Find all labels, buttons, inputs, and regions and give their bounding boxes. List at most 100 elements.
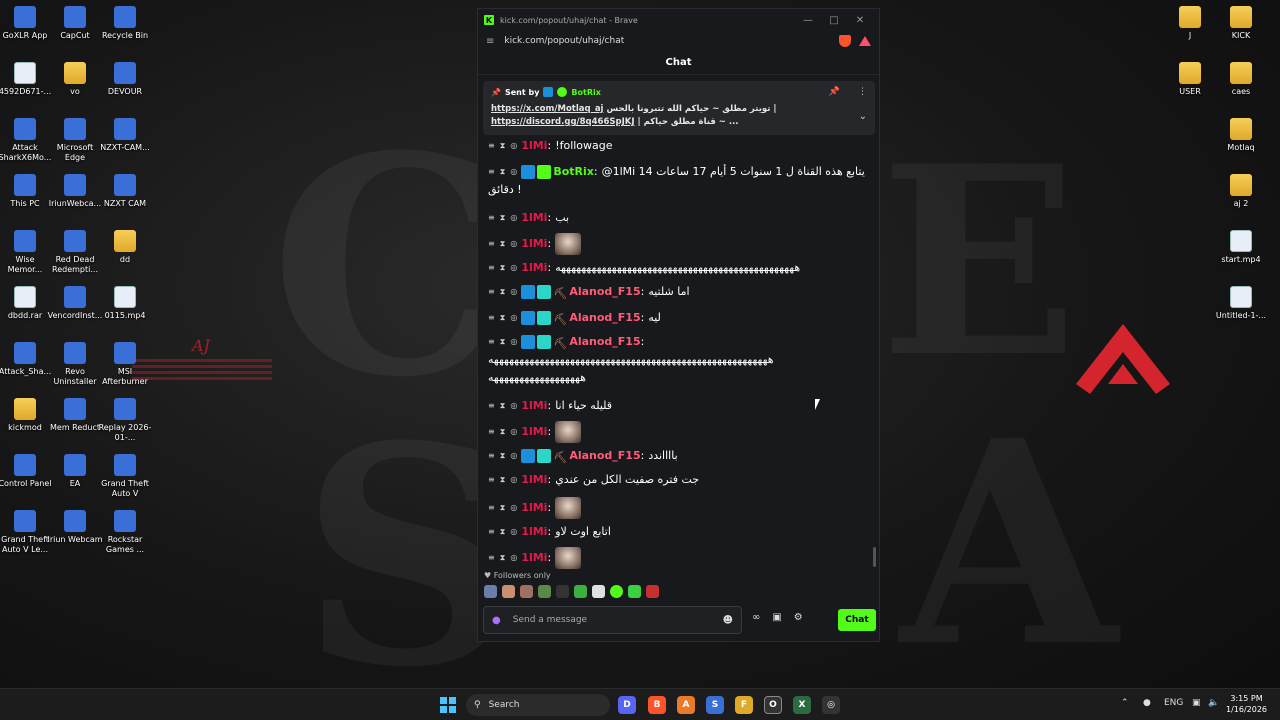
- trash-icon[interactable]: ≡: [488, 447, 495, 465]
- chat-message[interactable]: ≡ ⧗ ◎ 1lMi: اتابع اوت لاو: [488, 523, 867, 541]
- desktop-icon[interactable]: DEVOUR: [97, 62, 153, 97]
- hourglass-icon[interactable]: ⧗: [500, 549, 506, 567]
- desktop-icon[interactable]: NZXT CAM: [97, 174, 153, 209]
- hourglass-icon[interactable]: ⧗: [500, 163, 506, 181]
- settings-gear-icon[interactable]: ⚙: [794, 612, 803, 623]
- url-text[interactable]: kick.com/popout/uhaj/chat: [504, 36, 831, 46]
- trash-icon[interactable]: ≡: [488, 309, 495, 327]
- chat-username[interactable]: 1lMi: [521, 551, 547, 564]
- hourglass-icon[interactable]: ⧗: [500, 523, 506, 541]
- windows-start-icon[interactable]: [440, 697, 456, 713]
- emote-icon[interactable]: [520, 585, 533, 598]
- chat-username[interactable]: 1lMi: [521, 425, 547, 438]
- brave-shield-icon[interactable]: [839, 35, 851, 47]
- trash-icon[interactable]: ≡: [488, 499, 495, 517]
- site-settings-icon[interactable]: ≡: [486, 36, 494, 47]
- message-composer[interactable]: ● Send a message ☻: [483, 606, 742, 634]
- volume-icon[interactable]: 🔈: [1208, 698, 1219, 708]
- emote-icon[interactable]: [646, 585, 659, 598]
- send-chat-button[interactable]: Chat: [838, 609, 876, 631]
- unpin-icon[interactable]: 📌: [829, 87, 840, 97]
- pinned-message[interactable]: 📌 Sent by BotRix https://x.com/Motlaq_aj…: [483, 81, 875, 135]
- chevron-up-icon[interactable]: ⌃: [1121, 698, 1129, 708]
- trash-icon[interactable]: ≡: [488, 523, 495, 541]
- desktop-icon[interactable]: Iriun Webcam: [47, 510, 103, 545]
- app-icon[interactable]: A: [677, 696, 695, 714]
- chat-username[interactable]: Alanod_F15: [569, 335, 640, 348]
- chat-username[interactable]: 1lMi: [521, 399, 547, 412]
- emote-icon[interactable]: [592, 585, 605, 598]
- desktop-icon[interactable]: Wise Memor...: [0, 230, 53, 275]
- excel-icon[interactable]: X: [793, 696, 811, 714]
- chat-emote[interactable]: [555, 497, 582, 519]
- desktop-icon[interactable]: kickmod: [0, 398, 53, 433]
- hourglass-icon[interactable]: ⧗: [500, 333, 506, 351]
- desktop-icon[interactable]: This PC: [0, 174, 53, 209]
- desktop-icon[interactable]: MSI Afterburner: [97, 342, 153, 387]
- desktop-icon[interactable]: dbdd.rar: [0, 286, 53, 321]
- app-icon[interactable]: ◎: [822, 696, 840, 714]
- hourglass-icon[interactable]: ⧗: [500, 309, 506, 327]
- shield-icon[interactable]: ◎: [510, 499, 517, 517]
- emote-icon[interactable]: [610, 585, 623, 598]
- chat-username[interactable]: 1lMi: [521, 261, 547, 274]
- emote-icon[interactable]: [628, 585, 641, 598]
- kick-points-icon[interactable]: ∞: [752, 612, 760, 623]
- trash-icon[interactable]: ≡: [488, 333, 495, 351]
- trash-icon[interactable]: ≡: [488, 235, 495, 253]
- pinned-link-x[interactable]: https://x.com/Motlaq_aj: [491, 104, 603, 114]
- hourglass-icon[interactable]: ⧗: [500, 235, 506, 253]
- desktop-icon[interactable]: Replay 2026-01-...: [97, 398, 153, 443]
- chat-username[interactable]: 1lMi: [521, 211, 547, 224]
- trash-icon[interactable]: ≡: [488, 209, 495, 227]
- hourglass-icon[interactable]: ⧗: [500, 137, 506, 155]
- emote-icon[interactable]: [556, 585, 569, 598]
- shield-icon[interactable]: ◎: [510, 397, 517, 415]
- chat-message[interactable]: ≡ ⧗ ◎ 1lMi: بب: [488, 209, 867, 227]
- desktop-icon[interactable]: aj 2: [1213, 174, 1269, 209]
- chat-emote[interactable]: [555, 233, 582, 255]
- gift-icon[interactable]: ▣: [772, 612, 781, 623]
- chat-message[interactable]: ≡ ⧗ ◎ 1lMi: قليله حياء انا: [488, 397, 867, 415]
- hourglass-icon[interactable]: ⧗: [500, 209, 506, 227]
- shield-icon[interactable]: ◎: [510, 283, 517, 301]
- desktop-icon[interactable]: Recycle Bin: [97, 6, 153, 41]
- trash-icon[interactable]: ≡: [488, 283, 495, 301]
- maximize-button[interactable]: □: [821, 15, 847, 26]
- desktop-icon[interactable]: vo: [47, 62, 103, 97]
- shield-icon[interactable]: ◎: [510, 423, 517, 441]
- desktop-icon[interactable]: Grand Theft Auto V: [97, 454, 153, 499]
- microphone-icon[interactable]: ●: [1143, 698, 1151, 708]
- shield-icon[interactable]: ◎: [510, 209, 517, 227]
- shield-icon[interactable]: ◎: [510, 549, 517, 567]
- chat-message[interactable]: ≡ ⧗ ◎ ⛏ Alanod_F15: ليه: [488, 309, 867, 327]
- chat-message[interactable]: ≡ ⧗ ◎ 1lMi:: [488, 233, 867, 255]
- hourglass-icon[interactable]: ⧗: [500, 447, 506, 465]
- trash-icon[interactable]: ≡: [488, 259, 495, 277]
- desktop-icon[interactable]: Red Dead Redempti...: [47, 230, 103, 275]
- clock[interactable]: 3:15 PM 1/16/2026: [1226, 693, 1267, 715]
- hourglass-icon[interactable]: ⧗: [500, 471, 506, 489]
- shield-icon[interactable]: ◎: [510, 333, 517, 351]
- desktop-icon[interactable]: Grand Theft Auto V Le...: [0, 510, 53, 555]
- hourglass-icon[interactable]: ⧗: [500, 499, 506, 517]
- pinned-sender-name[interactable]: BotRix: [571, 88, 600, 97]
- brave-icon[interactable]: B: [648, 696, 666, 714]
- hourglass-icon[interactable]: ⧗: [500, 397, 506, 415]
- chat-username[interactable]: 1lMi: [521, 473, 547, 486]
- shield-icon[interactable]: ◎: [510, 523, 517, 541]
- taskbar-search[interactable]: ⚲ Search: [466, 694, 610, 716]
- store-icon[interactable]: S: [706, 696, 724, 714]
- desktop-icon[interactable]: start.mp4: [1213, 230, 1269, 265]
- chat-message[interactable]: ≡ ⧗ ◎ 1lMi: !followage: [488, 137, 867, 155]
- desktop-icon[interactable]: Rockstar Games ...: [97, 510, 153, 555]
- desktop-icon[interactable]: dd: [97, 230, 153, 265]
- hourglass-icon[interactable]: ⧗: [500, 259, 506, 277]
- shield-icon[interactable]: ◎: [510, 259, 517, 277]
- chat-username[interactable]: BotRix: [553, 165, 594, 178]
- desktop-icon[interactable]: GoXLR App: [0, 6, 53, 41]
- microphone-icon[interactable]: ●: [492, 615, 501, 626]
- file-explorer-icon[interactable]: F: [735, 696, 753, 714]
- chat-username[interactable]: 1lMi: [521, 237, 547, 250]
- desktop-icon[interactable]: 4592D671-...: [0, 62, 53, 97]
